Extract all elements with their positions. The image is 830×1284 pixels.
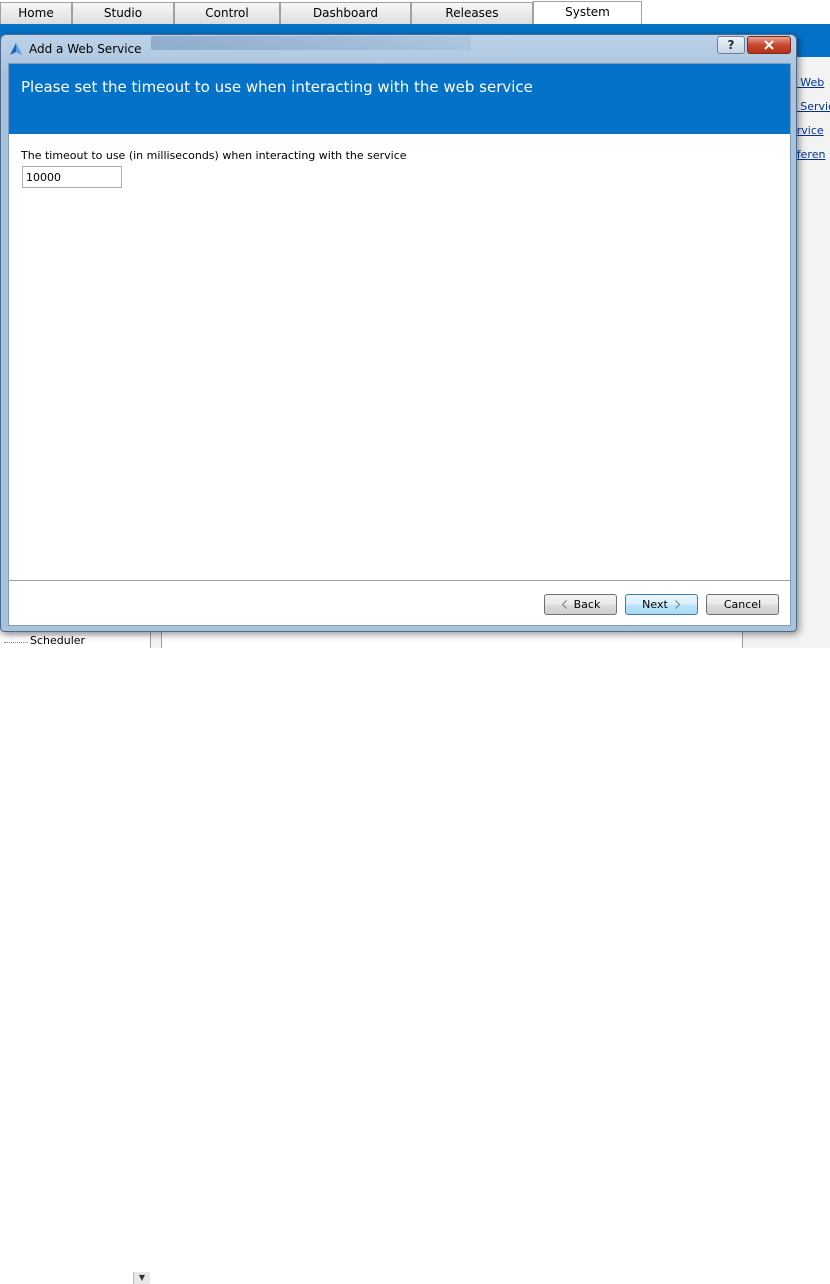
- dialog-title: Add a Web Service: [29, 42, 142, 56]
- wizard-banner: Please set the timeout to use when inter…: [9, 64, 790, 134]
- tab-releases-label: Releases: [445, 6, 499, 20]
- back-button-label: Back: [573, 598, 601, 611]
- tree-connector: [4, 642, 28, 643]
- add-web-service-dialog: Add a Web Service ? Please set the timeo…: [0, 34, 797, 632]
- tab-releases[interactable]: Releases: [411, 2, 533, 24]
- app-logo-icon: [10, 43, 22, 55]
- dialog-client-area: Please set the timeout to use when inter…: [8, 63, 791, 626]
- tab-home[interactable]: Home: [0, 2, 72, 24]
- tab-home-label: Home: [18, 6, 54, 20]
- timeout-input[interactable]: [22, 166, 122, 188]
- chevron-down-icon[interactable]: ▼: [133, 1272, 150, 1284]
- dialog-titlebar[interactable]: Add a Web Service ?: [1, 35, 796, 63]
- close-button[interactable]: [747, 36, 791, 54]
- back-button[interactable]: Back: [544, 594, 617, 615]
- chevron-left-icon: [561, 600, 567, 609]
- help-icon: ?: [727, 38, 735, 52]
- next-button-label: Next: [642, 598, 668, 611]
- dialog-footer: Back Next Cancel: [9, 581, 790, 625]
- tab-control[interactable]: Control: [174, 2, 280, 24]
- tree-item-label: Scheduler: [30, 634, 86, 647]
- tab-dashboard-label: Dashboard: [312, 6, 379, 20]
- wizard-banner-text: Please set the timeout to use when inter…: [21, 78, 533, 96]
- timeout-label: The timeout to use (in milliseconds) whe…: [21, 149, 407, 162]
- main-tab-bar: Home Studio Control Dashboard Releases S…: [0, 0, 830, 25]
- cancel-button[interactable]: Cancel: [706, 594, 779, 615]
- tree-item-scheduler[interactable]: Scheduler ▼: [0, 634, 150, 1284]
- close-icon: [764, 40, 774, 50]
- tab-studio[interactable]: Studio: [72, 2, 174, 24]
- help-button[interactable]: ?: [717, 36, 745, 54]
- tab-system[interactable]: System: [533, 1, 642, 25]
- tab-dashboard[interactable]: Dashboard: [280, 2, 411, 24]
- background-title-ghost: [151, 36, 471, 50]
- tab-control-label: Control: [205, 6, 249, 20]
- tab-system-label: System: [565, 5, 610, 19]
- tab-studio-label: Studio: [103, 6, 143, 20]
- next-button[interactable]: Next: [625, 594, 698, 615]
- cancel-button-label: Cancel: [723, 598, 762, 611]
- chevron-right-icon: [674, 600, 681, 609]
